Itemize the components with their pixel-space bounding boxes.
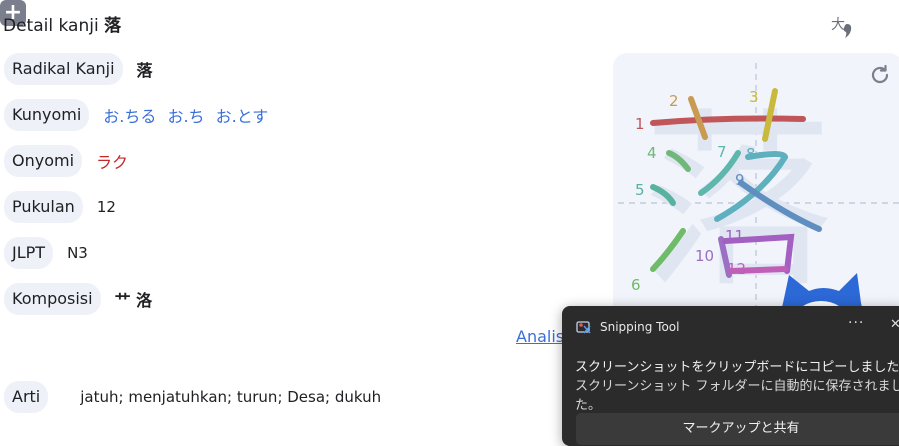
toast-message-title: スクリーンショットをクリップボードにコピーしました bbox=[575, 360, 899, 375]
detail-row-jlpt: JLPT N3 bbox=[4, 237, 88, 269]
onyomi-value[interactable]: ラク bbox=[96, 149, 128, 173]
stroke-number-4: 4 bbox=[647, 144, 657, 162]
snipping-tool-icon bbox=[576, 321, 591, 334]
meaning-label: Arti bbox=[4, 381, 49, 413]
jlpt-value: N3 bbox=[67, 244, 88, 262]
detail-row-composition: Komposisi 艹 洛 bbox=[4, 283, 152, 315]
markup-and-share-button[interactable]: マークアップと共有 bbox=[576, 413, 899, 445]
detail-row-radical: Radikal Kanji 落 bbox=[4, 53, 153, 85]
detail-row-onyomi: Onyomi ラク bbox=[4, 145, 128, 177]
detail-row-strokes: Pukulan 12 bbox=[4, 191, 116, 223]
toast-message-body: スクリーンショット フォルダーに自動的に保存されました。 bbox=[575, 379, 899, 413]
stroke-number-3: 3 bbox=[749, 88, 759, 106]
replay-icon[interactable] bbox=[868, 63, 892, 87]
analysis-link[interactable]: Analis bbox=[516, 327, 564, 346]
detail-row-kunyomi: Kunyomi お.ちる お.ち お.とす bbox=[4, 99, 268, 131]
stroke-number-7: 7 bbox=[717, 143, 727, 161]
strokes-value: 12 bbox=[96, 198, 116, 216]
jlpt-label: JLPT bbox=[4, 237, 54, 269]
stroke-number-5: 5 bbox=[635, 181, 645, 199]
title-prefix: Detail kanji bbox=[3, 16, 105, 36]
stroke-number-6: 6 bbox=[631, 276, 641, 294]
page-title: Detail kanji 落 bbox=[3, 11, 121, 36]
stroke-number-9: 9 bbox=[735, 171, 745, 189]
stroke-number-11: 11 bbox=[725, 227, 744, 245]
stroke-number-1: 1 bbox=[635, 115, 645, 133]
stroke-number-10: 10 bbox=[695, 247, 714, 265]
title-kanji: 落 bbox=[104, 16, 122, 36]
radical-value: 落 bbox=[136, 61, 153, 80]
stroke-number-12: 12 bbox=[727, 260, 746, 278]
toast-more-button[interactable]: ··· bbox=[848, 315, 864, 331]
stroke-number-8: 8 bbox=[746, 145, 756, 163]
stroke-number-2: 2 bbox=[669, 92, 679, 110]
toast-close-button[interactable]: ✕ bbox=[890, 317, 899, 332]
meaning-value: jatuh; menjatuhkan; turun; Desa; dukuh bbox=[80, 388, 382, 406]
composition-value[interactable]: 艹 洛 bbox=[115, 287, 153, 311]
kunyomi-value[interactable]: お.ちる お.ち お.とす bbox=[103, 103, 268, 127]
radical-label: Radikal Kanji bbox=[4, 53, 123, 85]
toast-app-name: Snipping Tool bbox=[600, 320, 680, 334]
text-size-icon[interactable]: 大 bbox=[830, 14, 854, 38]
svg-text:大: 大 bbox=[831, 17, 845, 33]
snipping-tool-notification[interactable]: Snipping Tool ··· ✕ スクリーンショットをクリップボードにコピ… bbox=[562, 306, 899, 446]
detail-row-meaning: Arti jatuh; menjatuhkan; turun; Desa; du… bbox=[4, 381, 381, 413]
composition-label: Komposisi bbox=[4, 283, 101, 315]
kunyomi-label: Kunyomi bbox=[4, 99, 90, 131]
onyomi-label: Onyomi bbox=[4, 145, 83, 177]
strokes-label: Pukulan bbox=[4, 191, 83, 223]
